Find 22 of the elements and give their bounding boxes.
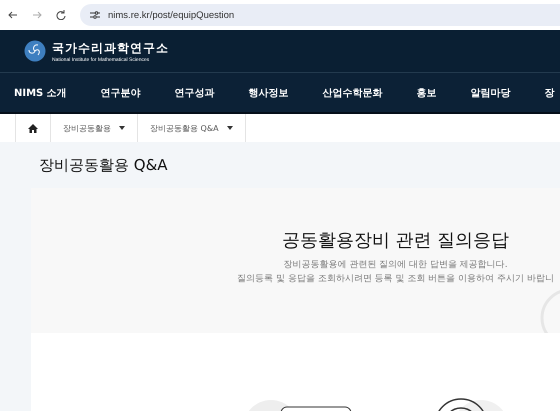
nav-link[interactable]: 행사정보 [248,86,289,100]
nav-link[interactable]: 산업수학문화 [322,86,383,100]
nav-link[interactable]: 장 [544,86,555,100]
caret-icon [119,126,125,130]
nav-link[interactable]: NIMS 소개 [14,86,67,100]
reload-icon[interactable] [56,10,66,20]
intro-heading: 공동활용장비 관련 질의응답 [282,229,510,252]
nav-link[interactable]: 연구분야 [100,86,141,100]
caret-icon [226,126,233,130]
logo-name: 국가수리과학연구소 [52,40,169,56]
address-bar[interactable]: nims.re.kr/post/equipQuestion [80,4,560,26]
logo-icon [24,40,46,62]
nav-link[interactable]: 알림마당 [470,86,511,100]
nav-link[interactable]: 홍보 [416,86,437,100]
intro-text: 장비공동활용에 관련된 질의에 대한 답변을 제공합니다. [283,259,508,272]
back-icon[interactable] [8,10,18,20]
home-icon [28,124,38,132]
site-settings-icon[interactable] [90,11,100,19]
breadcrumb-dropdown[interactable]: 장비공동활용 Q&A [137,114,246,142]
page-title: 장비공동활용 Q&A [39,156,169,176]
intro-text: 질의등록 및 응답을 조회하시려면 등록 및 조회 버튼을 이용하여 주시기 바랍니 [237,273,554,286]
nav-link[interactable]: 연구성과 [174,86,215,100]
